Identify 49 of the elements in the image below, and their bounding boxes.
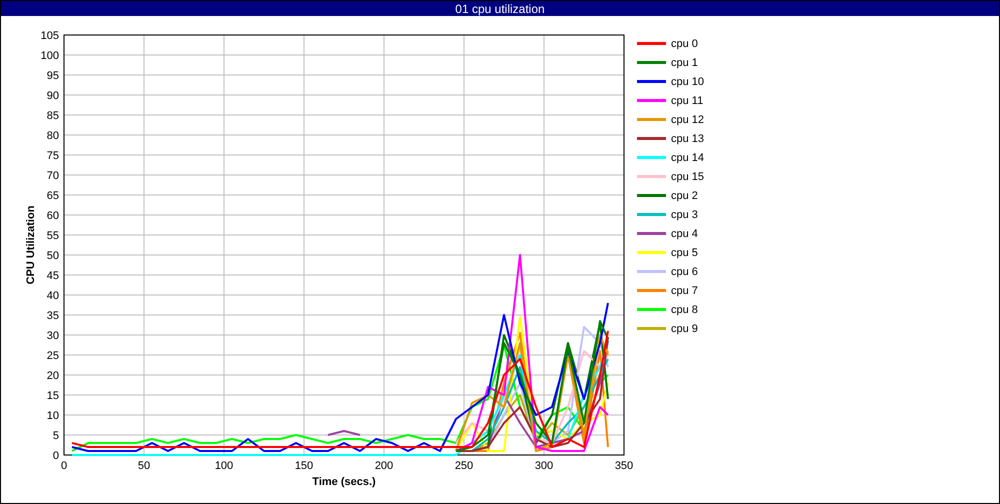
window-title: 01 cpu utilization: [1, 1, 999, 16]
y-tick-label: 20: [46, 370, 59, 382]
legend-label: cpu 14: [671, 152, 704, 164]
y-tick-label: 70: [46, 170, 59, 182]
y-tick-label: 90: [46, 90, 59, 102]
y-tick-label: 45: [46, 270, 59, 282]
y-tick-label: 65: [46, 190, 59, 202]
legend-label: cpu 11: [671, 94, 704, 106]
y-tick-label: 10: [46, 410, 59, 422]
x-tick-label: 150: [294, 460, 314, 472]
y-tick-label: 40: [46, 290, 59, 302]
y-tick-label: 85: [46, 110, 59, 122]
legend-label: cpu 1: [671, 56, 698, 68]
x-tick-label: 200: [374, 460, 394, 472]
y-tick-label: 95: [46, 70, 59, 82]
y-tick-label: 0: [52, 450, 59, 462]
y-tick-label: 60: [46, 210, 59, 222]
legend-label: cpu 2: [671, 190, 698, 202]
legend-label: cpu 5: [671, 246, 698, 258]
y-axis-label: CPU Utilization: [25, 206, 37, 284]
legend-label: cpu 6: [671, 266, 698, 278]
y-tick-label: 5: [52, 430, 59, 442]
legend-label: cpu 12: [671, 114, 704, 126]
legend-label: cpu 15: [671, 170, 704, 182]
x-tick-label: 100: [214, 460, 234, 472]
y-tick-label: 80: [46, 130, 59, 142]
legend-label: cpu 13: [671, 132, 704, 144]
y-tick-label: 55: [46, 230, 59, 242]
legend-label: cpu 3: [671, 208, 698, 220]
x-tick-label: 250: [454, 460, 474, 472]
legend-label: cpu 7: [671, 284, 698, 296]
x-tick-label: 300: [534, 460, 554, 472]
y-tick-label: 35: [46, 310, 59, 322]
y-tick-label: 100: [40, 50, 59, 62]
y-tick-label: 25: [46, 350, 59, 362]
y-tick-label: 105: [40, 30, 59, 42]
x-tick-label: 0: [60, 460, 68, 472]
y-tick-label: 30: [46, 330, 59, 342]
legend-label: cpu 4: [671, 228, 698, 240]
legend-label: cpu 0: [671, 38, 698, 50]
x-axis-label: Time (secs.): [312, 476, 376, 488]
x-tick-label: 350: [614, 460, 634, 472]
legend-label: cpu 9: [671, 322, 698, 334]
y-tick-label: 15: [46, 390, 59, 402]
y-tick-label: 75: [46, 150, 59, 162]
y-tick-label: 50: [46, 250, 59, 262]
legend-label: cpu 8: [671, 304, 698, 316]
x-tick-label: 50: [138, 460, 150, 472]
legend-label: cpu 10: [671, 76, 704, 88]
